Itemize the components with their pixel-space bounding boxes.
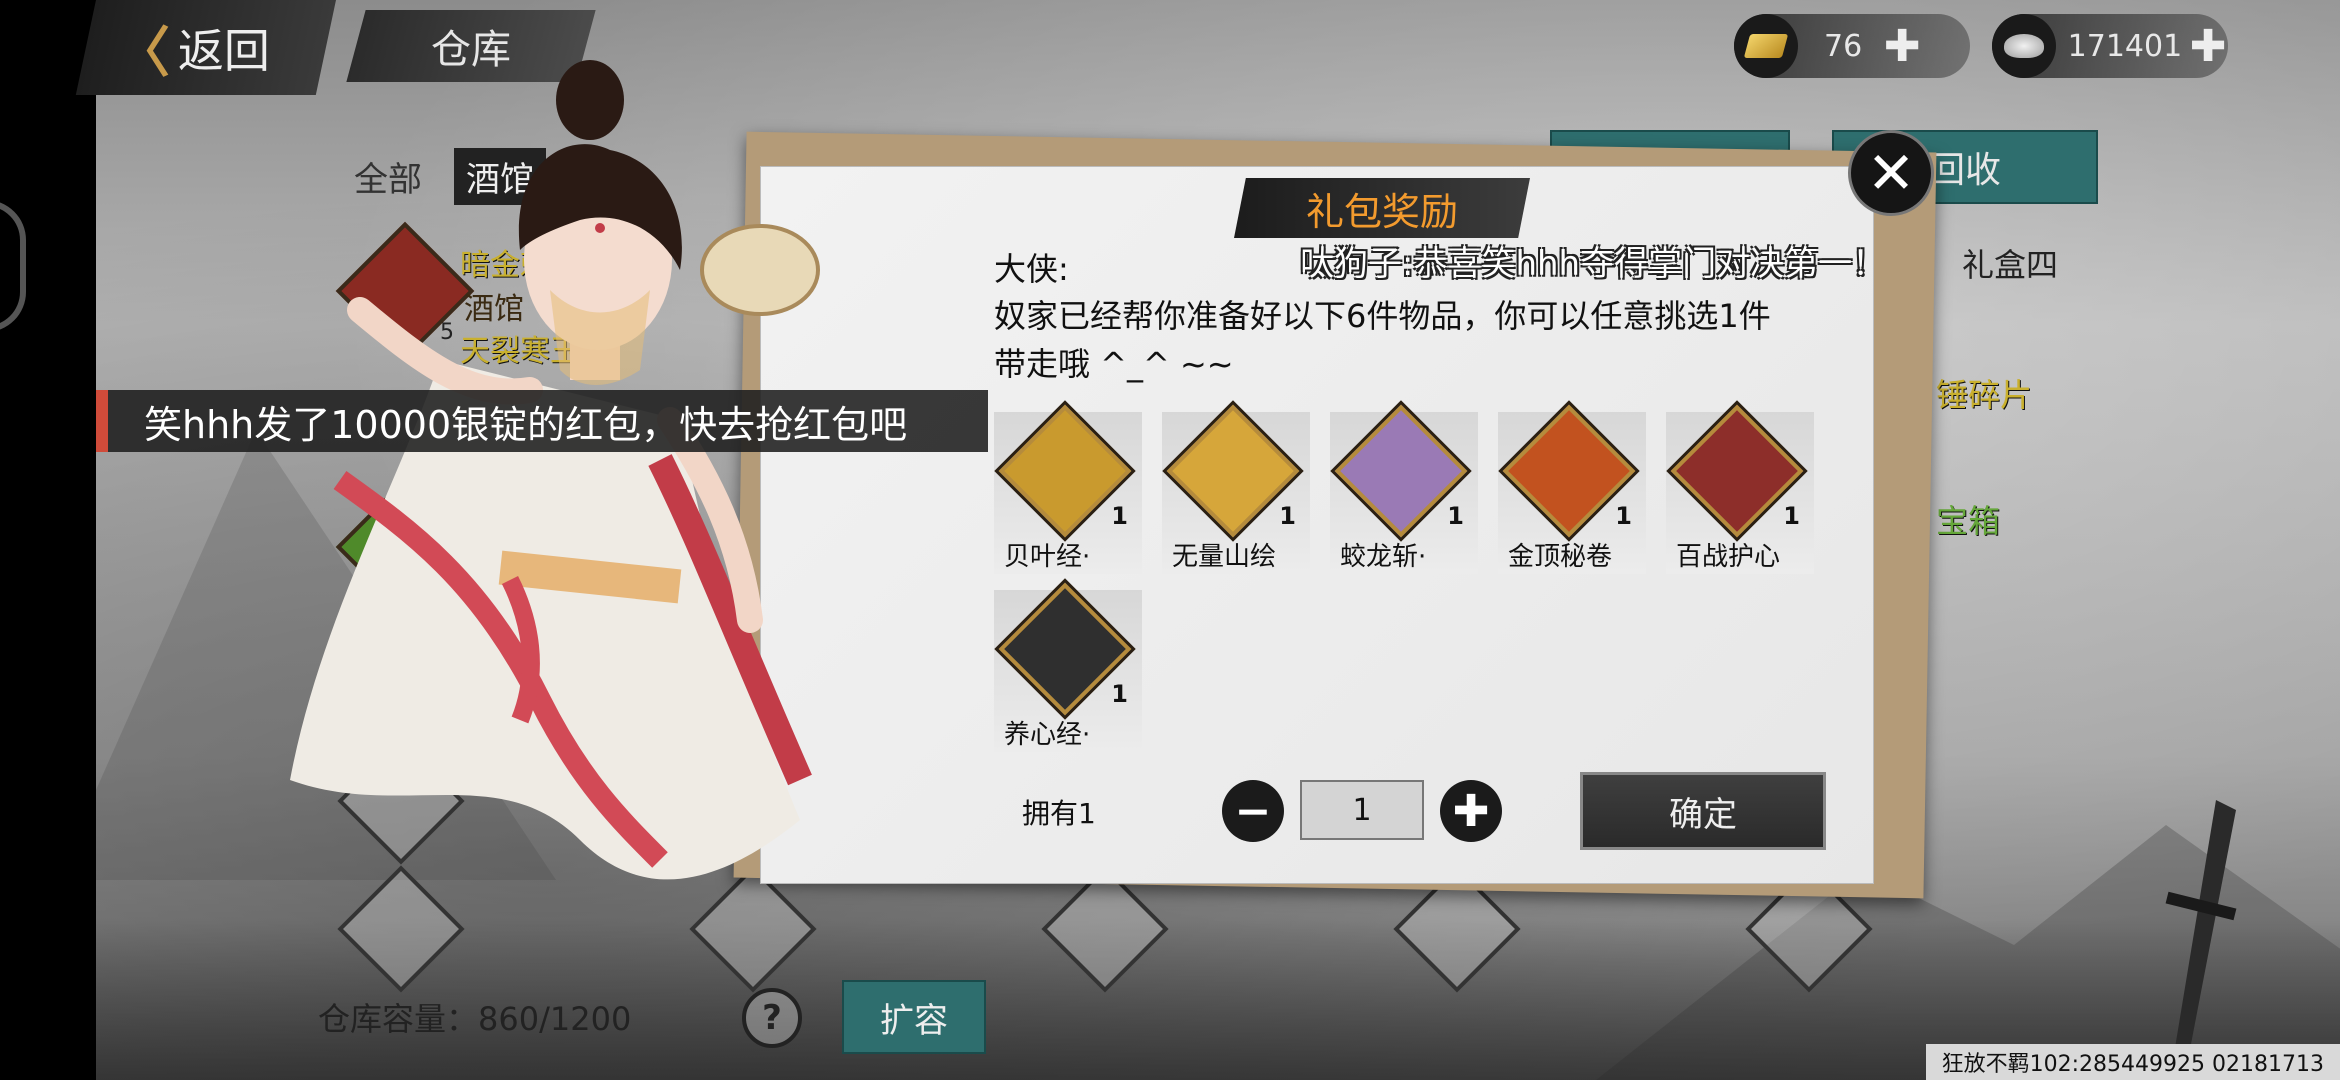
gold-currency: 76 ✚ — [1734, 14, 1970, 78]
gold-ingot-icon — [1734, 14, 1798, 78]
item-name: 锤碎片 — [1936, 376, 2033, 414]
item-count: 1 — [1615, 502, 1632, 530]
character-illustration — [290, 60, 820, 880]
dialog-greeting: 大侠: — [994, 250, 1069, 288]
decrease-quantity-button[interactable]: − — [1222, 780, 1284, 842]
confirm-button[interactable]: 确定 — [1580, 772, 1826, 850]
increase-quantity-button[interactable]: ✚ — [1440, 780, 1502, 842]
add-silver-button[interactable]: ✚ — [2188, 21, 2228, 72]
sword-decoration — [2165, 800, 2237, 1070]
plus-icon: ✚ — [1452, 785, 1490, 837]
minus-icon: − — [1234, 785, 1272, 837]
screen-left-edge — [0, 0, 96, 1080]
dialog-description: 奴家已经帮你准备好以下6件物品，你可以任意挑选1件带走哦 ^_^ ~~ — [994, 297, 1771, 383]
add-gold-button[interactable]: ✚ — [1882, 21, 1922, 72]
item-name: 养心经· — [1004, 720, 1091, 750]
question-icon: ? — [762, 998, 782, 1038]
red-packet-notice[interactable]: 笑hhh发了10000银锭的红包，快去抢红包吧 — [96, 390, 988, 452]
item-name: 宝箱 — [1936, 502, 2001, 540]
item-name: 礼盒四 — [1962, 246, 2059, 284]
gold-value: 76 — [1824, 28, 1863, 64]
reward-item[interactable]: 1 养心经· — [994, 578, 1142, 752]
silver-currency: 171401 ✚ — [1992, 14, 2228, 78]
item-count: 1 — [1447, 502, 1464, 530]
reward-item[interactable]: 1 贝叶经· — [994, 400, 1142, 574]
quantity-field[interactable]: 1 — [1300, 780, 1424, 840]
item-name: 无量山绘 — [1172, 542, 1277, 572]
expand-capacity-button[interactable]: 扩容 — [842, 980, 986, 1054]
system-marquee: 呔狗子:恭喜笑hhh夺得掌门对决第一！ — [1300, 244, 1887, 284]
close-dialog-button[interactable]: ✕ — [1848, 130, 1934, 216]
edge-decoration — [0, 200, 26, 332]
silver-ingot-icon — [1992, 14, 2056, 78]
owned-count: 拥有1 — [1022, 797, 1096, 830]
chevron-left-icon: 〈 — [115, 21, 170, 84]
item-count: 1 — [1111, 680, 1128, 708]
reward-item[interactable]: 1 无量山绘 — [1162, 400, 1310, 574]
item-name: 百战护心 — [1676, 542, 1781, 572]
reward-item[interactable]: 1 金顶秘卷 — [1498, 400, 1646, 574]
item-name: 蛟龙斩· — [1340, 542, 1427, 572]
footer-player-id: 狂放不羁102:285449925 02181713 — [1925, 1044, 2340, 1080]
item-name: 金顶秘卷 — [1508, 542, 1613, 572]
reward-item[interactable]: 1 百战护心 — [1666, 400, 1814, 574]
back-label: 返回 — [177, 23, 270, 78]
item-count: 1 — [1783, 502, 1800, 530]
reward-item[interactable]: 1 蛟龙斩· — [1330, 400, 1478, 574]
help-button[interactable]: ? — [742, 988, 802, 1048]
item-count: 1 — [1279, 502, 1296, 530]
close-icon: ✕ — [1866, 139, 1916, 207]
dialog-title: 礼包奖励 — [1234, 178, 1530, 238]
item-name: 贝叶经· — [1004, 542, 1091, 572]
item-count: 1 — [1111, 502, 1128, 530]
silver-value: 171401 — [2067, 28, 2183, 64]
capacity-label: 仓库容量：860/1200 — [318, 1000, 632, 1038]
